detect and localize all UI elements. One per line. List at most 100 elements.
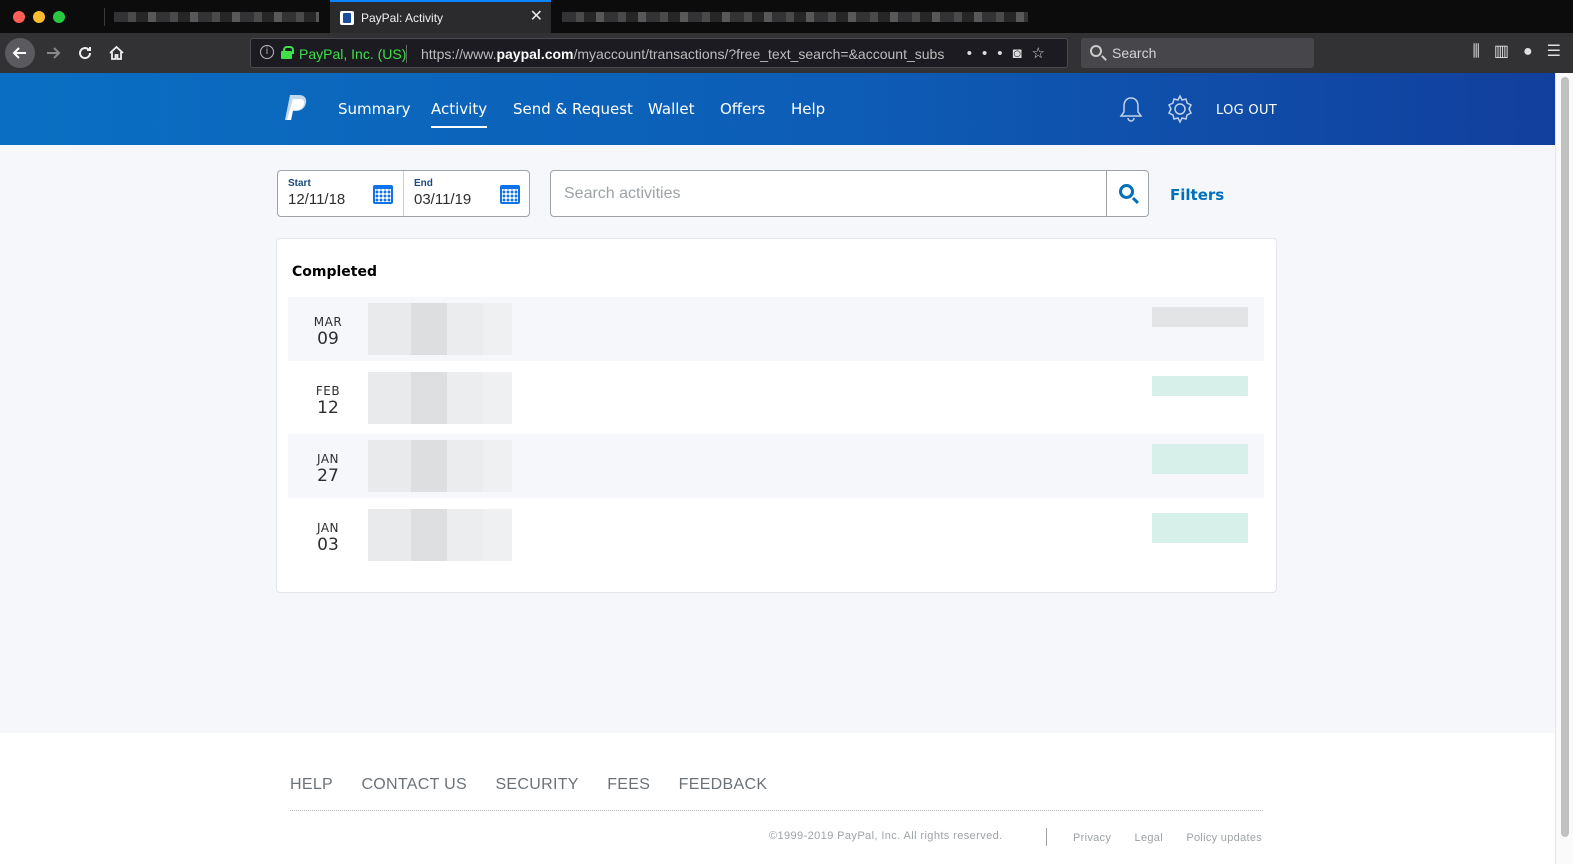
redacted-description xyxy=(368,509,512,561)
redacted-description xyxy=(368,303,512,355)
activity-row[interactable]: JAN 03 xyxy=(288,503,1264,567)
start-date-field[interactable]: Start 12/11/18 xyxy=(278,171,404,216)
start-date-label: Start xyxy=(288,178,311,189)
legal-link-legal[interactable]: Legal xyxy=(1135,832,1163,844)
nav-offers[interactable]: Offers xyxy=(720,100,765,118)
more-actions-icon[interactable]: ••• xyxy=(967,45,1013,62)
footer-separator xyxy=(1046,828,1047,846)
toolbar-icons: ⫼ ▥ ● ☰ xyxy=(1458,41,1561,61)
calendar-icon[interactable] xyxy=(373,185,393,204)
start-date-value[interactable]: 12/11/18 xyxy=(288,191,345,208)
page-scrollbar[interactable] xyxy=(1555,73,1573,864)
end-date-field[interactable]: End 03/11/19 xyxy=(404,171,530,216)
activity-day: 03 xyxy=(317,535,339,555)
activity-date: JAN 27 xyxy=(288,434,368,498)
activity-month: FEB xyxy=(315,384,341,398)
footer-link-contact-us[interactable]: CONTACT US xyxy=(361,776,467,793)
paypal-logo-icon[interactable] xyxy=(284,95,308,123)
tab-separator xyxy=(104,8,105,26)
redacted-amount xyxy=(1152,444,1248,474)
footer-link-fees[interactable]: FEES xyxy=(607,776,650,793)
activity-row[interactable]: MAR 09 xyxy=(288,297,1264,361)
tab-close-icon[interactable]: ✕ xyxy=(530,8,543,26)
bookmark-star-icon[interactable]: ☆ xyxy=(1032,45,1055,62)
address-bar[interactable]: i PayPal, Inc. (US) https://www.paypal.c… xyxy=(250,38,1068,68)
search-activities-input[interactable] xyxy=(551,171,1108,216)
footer-link-feedback[interactable]: FEEDBACK xyxy=(679,776,768,793)
legal-link-privacy[interactable]: Privacy xyxy=(1073,832,1111,844)
paypal-header: Summary Activity Send & Request Wallet O… xyxy=(0,73,1555,145)
activity-search xyxy=(550,170,1149,217)
arrow-left-icon xyxy=(12,47,26,59)
window-minimize-button[interactable] xyxy=(33,11,45,23)
calendar-icon[interactable] xyxy=(500,185,520,204)
pocket-icon[interactable]: ◙ xyxy=(1012,45,1031,62)
legal-links: Privacy Legal Policy updates xyxy=(1073,832,1282,844)
paypal-favicon-icon xyxy=(340,11,354,25)
extension-icon[interactable]: ● xyxy=(1523,43,1533,60)
arrow-right-icon xyxy=(47,47,61,59)
activity-date: MAR 09 xyxy=(288,297,368,361)
forward-button[interactable] xyxy=(38,38,68,68)
logout-link[interactable]: LOG OUT xyxy=(1216,103,1277,118)
redacted-tab-title xyxy=(114,12,319,22)
redacted-description xyxy=(368,372,512,424)
nav-summary[interactable]: Summary xyxy=(338,100,411,118)
url-divider xyxy=(406,45,407,63)
back-button[interactable] xyxy=(5,38,35,68)
browser-search-placeholder: Search xyxy=(1112,45,1157,61)
redacted-amount xyxy=(1152,307,1248,327)
activity-list-card: Completed MAR 09 FEB 12 JAN 27 JAN 03 xyxy=(276,238,1277,593)
home-button[interactable] xyxy=(101,38,131,68)
activity-row[interactable]: FEB 12 xyxy=(288,366,1264,430)
window-close-button[interactable] xyxy=(13,11,25,23)
activity-day: 09 xyxy=(317,329,339,349)
activity-day: 27 xyxy=(317,466,339,486)
browser-toolbar: i PayPal, Inc. (US) https://www.paypal.c… xyxy=(0,33,1573,73)
activity-month: JAN xyxy=(316,521,339,535)
search-button[interactable] xyxy=(1106,171,1148,216)
activity-row[interactable]: JAN 27 xyxy=(288,434,1264,498)
tab-background-2[interactable] xyxy=(556,0,1036,33)
tab-paypal-activity[interactable]: PayPal: Activity ✕ xyxy=(330,0,551,33)
browser-search-bar[interactable]: Search xyxy=(1081,38,1314,68)
browser-tab-bar: PayPal: Activity ✕ xyxy=(0,0,1573,33)
search-icon xyxy=(1090,45,1102,57)
nav-help[interactable]: Help xyxy=(791,100,825,118)
activity-date: FEB 12 xyxy=(288,366,368,430)
tab-title: PayPal: Activity xyxy=(361,11,444,25)
bell-icon[interactable] xyxy=(1118,95,1144,123)
url-domain: paypal.com xyxy=(496,46,574,62)
footer-link-help[interactable]: HELP xyxy=(290,776,333,793)
window-zoom-button[interactable] xyxy=(53,11,65,23)
nav-wallet[interactable]: Wallet xyxy=(648,100,695,118)
reload-icon xyxy=(79,47,92,60)
tab-background-1[interactable] xyxy=(106,0,328,33)
url-text[interactable]: https://www.paypal.com/myaccount/transac… xyxy=(421,46,961,62)
footer-divider xyxy=(290,810,1263,811)
library-icon[interactable]: ⫼ xyxy=(1472,43,1479,60)
site-identity[interactable]: PayPal, Inc. (US) xyxy=(299,46,406,62)
date-range-picker[interactable]: Start 12/11/18 End 03/11/19 xyxy=(277,170,530,217)
redacted-tab-title xyxy=(562,12,1028,22)
end-date-label: End xyxy=(414,178,433,189)
menu-icon[interactable]: ☰ xyxy=(1547,43,1561,60)
sidebar-icon[interactable]: ▥ xyxy=(1494,43,1509,60)
gear-icon[interactable] xyxy=(1165,94,1195,124)
activity-month: MAR xyxy=(313,315,343,329)
filters-link[interactable]: Filters xyxy=(1170,186,1224,204)
legal-link-policy-updates[interactable]: Policy updates xyxy=(1186,832,1262,844)
url-path: /myaccount/transactions/?free_text_searc… xyxy=(573,46,945,62)
info-icon[interactable]: i xyxy=(260,45,274,59)
footer-link-security[interactable]: SECURITY xyxy=(495,776,578,793)
copyright: ©1999-2019 PayPal, Inc. All rights reser… xyxy=(769,830,1003,842)
lock-icon[interactable] xyxy=(281,46,294,59)
reload-button[interactable] xyxy=(70,38,100,68)
redacted-amount xyxy=(1152,513,1248,543)
nav-send-request[interactable]: Send & Request xyxy=(513,100,633,118)
end-date-value[interactable]: 03/11/19 xyxy=(414,191,471,208)
nav-activity[interactable]: Activity xyxy=(431,100,488,128)
scrollbar-thumb[interactable] xyxy=(1561,77,1569,837)
section-title-completed: Completed xyxy=(292,264,378,280)
redacted-amount xyxy=(1152,376,1248,396)
